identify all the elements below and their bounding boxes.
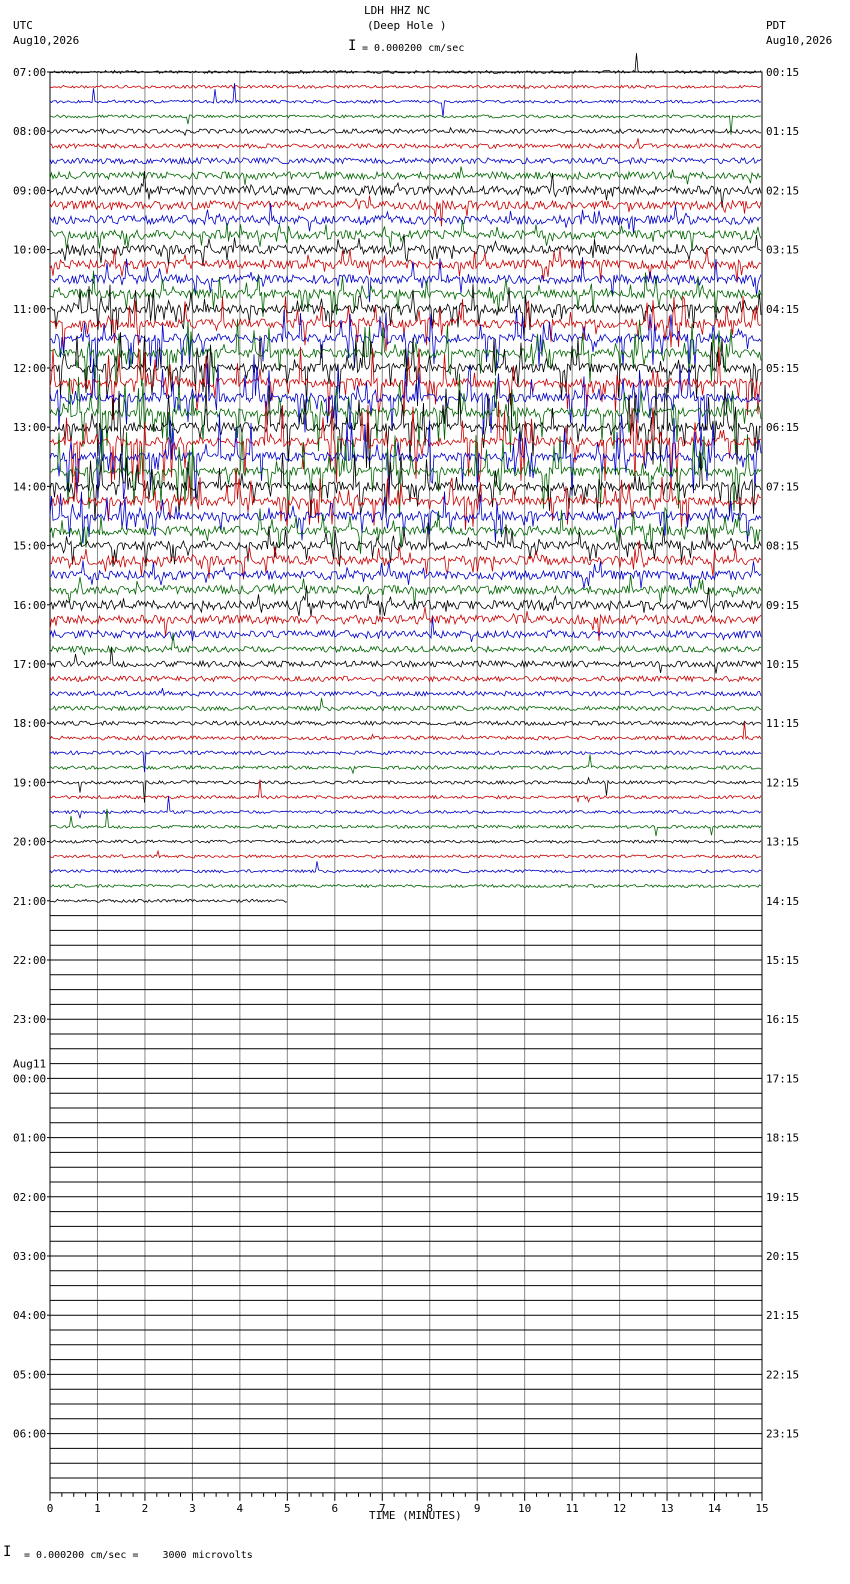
left-hour-label: 18:00 [13, 717, 46, 730]
left-hour-label: 04:00 [13, 1309, 46, 1322]
seismic-trace [49, 697, 762, 712]
right-hour-label: 21:15 [766, 1309, 799, 1322]
x-tick-label: 5 [284, 1502, 291, 1515]
right-hour-label: 13:15 [766, 836, 799, 849]
right-hour-label: 04:15 [766, 303, 799, 316]
x-tick-label: 1 [94, 1502, 101, 1515]
seismic-trace [49, 675, 762, 683]
seismic-trace [49, 574, 762, 607]
left-hour-label: 14:00 [13, 480, 46, 493]
left-hour-label: 23:00 [13, 1013, 46, 1026]
seismic-trace [49, 849, 762, 859]
seismic-trace [49, 883, 762, 889]
right-hour-label: 02:15 [766, 184, 799, 197]
right-hour-label: 06:15 [766, 421, 799, 434]
right-hour-label: 03:15 [766, 244, 799, 257]
left-hour-label: 19:00 [13, 776, 46, 789]
left-hour-label: 07:00 [13, 66, 46, 79]
right-hour-label: 22:15 [766, 1368, 799, 1381]
left-hour-label: 09:00 [13, 184, 46, 197]
seismic-trace [49, 126, 762, 137]
seismic-trace [50, 839, 762, 844]
left-hour-label: 01:00 [13, 1132, 46, 1145]
left-hour-label: 10:00 [13, 244, 46, 257]
left-hour-label: 20:00 [13, 836, 46, 849]
x-tick-label: 10 [518, 1502, 531, 1515]
x-axis-label: TIME (MINUTES) [369, 1509, 462, 1522]
x-tick-label: 11 [566, 1502, 579, 1515]
seismic-trace [49, 687, 762, 698]
right-hour-label: 14:15 [766, 895, 799, 908]
footer-scale-label: = 0.000200 cm/sec = 3000 microvolts [24, 1550, 253, 1561]
right-hour-label: 18:15 [766, 1132, 799, 1145]
left-hour-label: 08:00 [13, 125, 46, 138]
right-hour-label: 16:15 [766, 1013, 799, 1026]
right-hour-label: 15:15 [766, 954, 799, 967]
seismic-trace [49, 156, 762, 166]
date-change-label: Aug11 [13, 1057, 46, 1070]
left-hour-label: 16:00 [13, 599, 46, 612]
right-hour-label: 20:15 [766, 1250, 799, 1263]
left-hour-label: 22:00 [13, 954, 46, 967]
right-hour-label: 09:15 [766, 599, 799, 612]
footer-scale-marker-icon: I [3, 1544, 12, 1560]
seismic-trace [49, 53, 762, 75]
x-tick-label: 15 [755, 1502, 768, 1515]
x-tick-label: 2 [142, 1502, 149, 1515]
right-hour-label: 00:15 [766, 66, 799, 79]
left-hour-label: 15:00 [13, 540, 46, 553]
seismic-trace [49, 84, 762, 90]
right-hour-label: 07:15 [766, 480, 799, 493]
seismic-trace [49, 722, 762, 741]
seismic-trace [49, 754, 762, 775]
left-hour-label: 11:00 [13, 303, 46, 316]
right-hour-label: 11:15 [766, 717, 799, 730]
seismic-trace [49, 428, 762, 518]
seismic-trace [49, 585, 762, 617]
seismic-trace [49, 138, 762, 150]
right-hour-label: 23:15 [766, 1428, 799, 1441]
left-hour-label: 13:00 [13, 421, 46, 434]
left-hour-label: 03:00 [13, 1250, 46, 1263]
left-hour-label: 12:00 [13, 362, 46, 375]
right-hour-label: 01:15 [766, 125, 799, 138]
seismogram-plot: 07:00 08:00 09:00 10:00 11:00 12:00 13:00 14:00… [13, 53, 799, 1515]
seismic-trace [49, 861, 762, 874]
seismic-trace [49, 234, 762, 267]
x-tick-label: 12 [613, 1502, 626, 1515]
seismic-trace [49, 720, 762, 727]
left-hour-label: 02:00 [13, 1191, 46, 1204]
right-hour-label: 05:15 [766, 362, 799, 375]
right-hour-label: 12:15 [766, 776, 799, 789]
left-hour-label: 21:00 [13, 895, 46, 908]
left-hour-label: 06:00 [13, 1428, 46, 1441]
x-tick-label: 4 [237, 1502, 244, 1515]
left-hour-label: 17:00 [13, 658, 46, 671]
right-hour-label: 17:15 [766, 1072, 799, 1085]
seismic-trace [49, 195, 762, 227]
right-hour-label: 10:15 [766, 658, 799, 671]
seismic-trace [49, 796, 762, 819]
seismic-trace [49, 166, 762, 186]
seismic-trace [49, 647, 762, 674]
x-tick-label: 6 [331, 1502, 338, 1515]
x-tick-label: 3 [189, 1502, 196, 1515]
right-hour-label: 08:15 [766, 540, 799, 553]
seismic-trace [49, 898, 288, 904]
right-hour-label: 19:15 [766, 1191, 799, 1204]
x-tick-label: 13 [660, 1502, 673, 1515]
seismic-trace [49, 540, 762, 580]
x-tick-label: 9 [474, 1502, 481, 1515]
left-hour-label: 05:00 [13, 1368, 46, 1381]
x-tick-label: 0 [47, 1502, 54, 1515]
x-tick-label: 14 [708, 1502, 722, 1515]
left-hour-label: 00:00 [13, 1072, 46, 1085]
